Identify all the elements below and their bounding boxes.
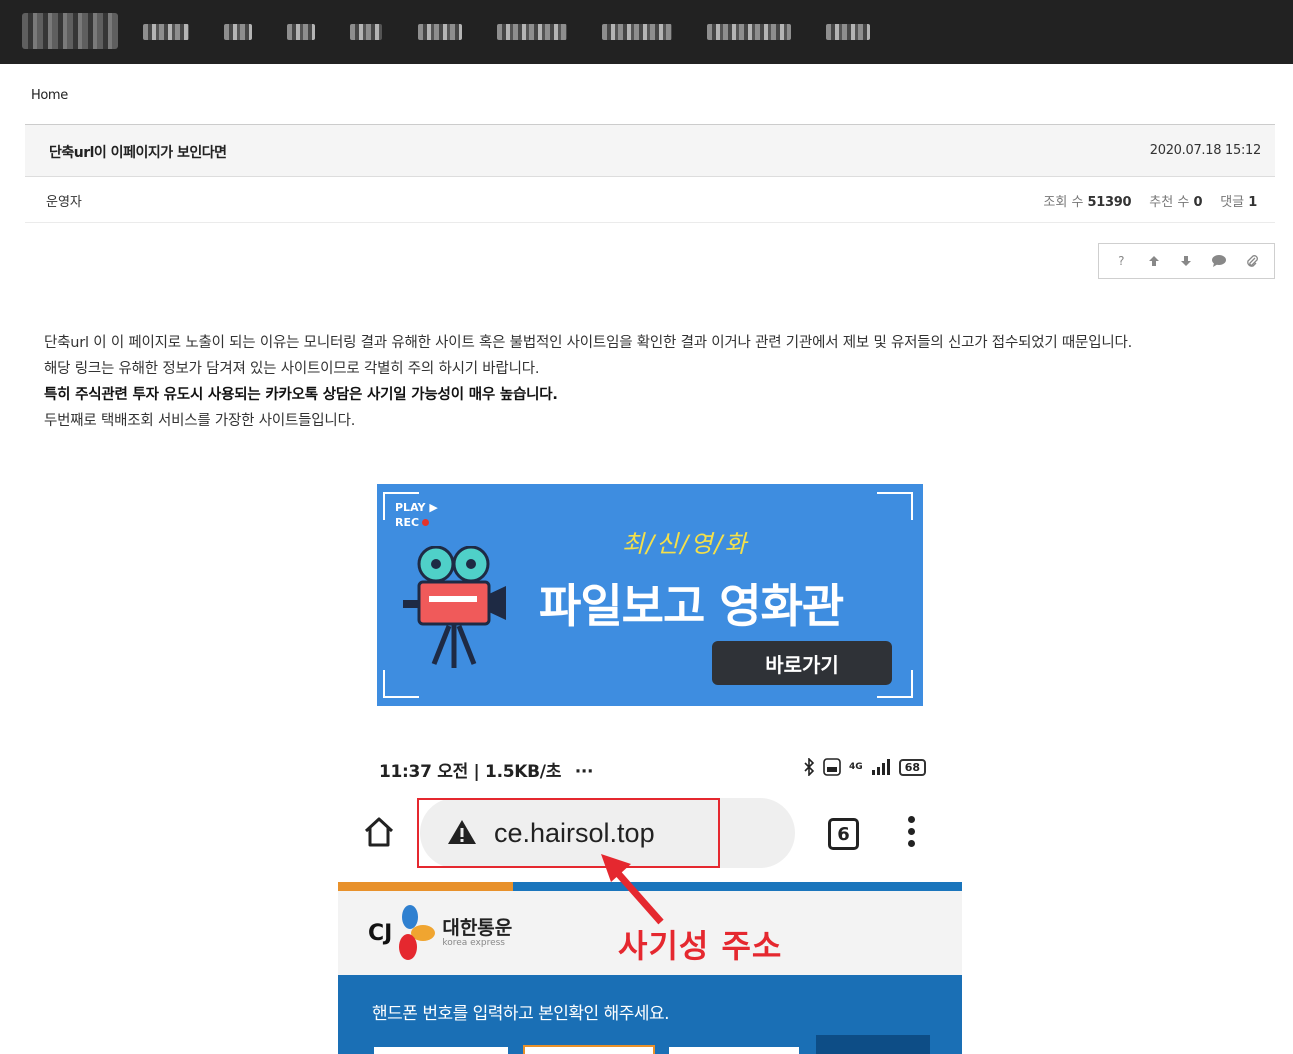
network-type: 4G	[849, 762, 863, 772]
red-arrow-icon	[601, 854, 664, 925]
comments-stat: 댓글 1	[1220, 191, 1257, 210]
likes-label: 추천 수	[1149, 195, 1190, 210]
arrow-down-icon	[1181, 256, 1192, 266]
cj-brand-name: 대한통운 korea express	[442, 918, 512, 948]
status-time: 11:37 오전 | 1.5KB/초 ···	[379, 757, 593, 782]
scroll-up-button[interactable]	[1142, 249, 1166, 273]
nav-menu-item-6[interactable]	[497, 24, 567, 40]
nav-menu-item-2[interactable]	[224, 24, 252, 40]
play-rec-indicator: PLAY ▶ REC	[395, 500, 438, 530]
comment-icon	[1212, 255, 1227, 267]
body-paragraph-3-bold: 특히 주식관련 투자 유도시 사용되는 카카오톡 상담은 사기일 가능성이 매우…	[44, 387, 558, 403]
body-paragraph-2: 해당 링크는 유해한 정보가 담겨져 있는 사이트이므로 각별히 주의 하시기 …	[44, 361, 540, 377]
nav-menu-item-7[interactable]	[602, 24, 672, 40]
url-highlight-box	[417, 798, 720, 868]
nav-menu-item-8[interactable]	[707, 24, 791, 40]
post-toolbar: ?	[1098, 243, 1275, 279]
post-header: 단축url이 이페이지가 보인다면 2020.07.18 15:12	[25, 124, 1275, 177]
breadcrumb-home[interactable]: Home	[31, 88, 68, 103]
battery-icon: 68	[898, 758, 926, 776]
post-meta: 운영자 조회 수 51390 추천 수 0 댓글 1	[25, 177, 1275, 223]
more-menu-icon[interactable]	[908, 816, 916, 852]
nav-menu-item-5[interactable]	[418, 24, 462, 40]
verify-button[interactable]	[816, 1035, 930, 1054]
site-body: 핸드폰 번호를 입력하고 본인확인 해주세요.	[338, 975, 962, 1054]
post-body: 단축url 이 이 페이지로 노출이 되는 이유는 모니터링 결과 유해한 사이…	[44, 330, 1254, 434]
movie-ad-banner[interactable]: PLAY ▶ REC 최/신/영/화 파일보고 영화관 바로가기	[377, 484, 923, 706]
arrow-up-icon	[1148, 256, 1159, 266]
status-icons: 4G 68	[803, 758, 926, 776]
banner-subtitle: 최/신/영/화	[622, 530, 749, 558]
home-icon[interactable]	[362, 816, 396, 848]
movie-camera-icon	[403, 546, 506, 668]
rec-dot-icon	[422, 519, 430, 526]
brand-korean: 대한통운	[442, 917, 513, 939]
volte-icon	[823, 758, 841, 776]
phone-number-input-3[interactable]	[667, 1045, 801, 1054]
scroll-down-button[interactable]	[1174, 249, 1198, 273]
comments-count: 1	[1248, 195, 1257, 210]
help-button[interactable]: ?	[1109, 249, 1133, 273]
nav-menu-item-9[interactable]	[826, 24, 870, 40]
paperclip-icon	[1246, 255, 1258, 267]
cj-logo-text: CJ	[368, 920, 393, 946]
nav-menu-item-4[interactable]	[350, 24, 382, 40]
status-more: ···	[574, 762, 594, 782]
rec-label: REC	[395, 516, 420, 529]
play-label: PLAY	[395, 501, 426, 514]
site-stripe-orange	[338, 882, 513, 891]
views-count: 51390	[1087, 195, 1132, 210]
attachment-button[interactable]	[1240, 249, 1264, 273]
frame-corner-top-right	[877, 492, 913, 520]
phone-instruction: 핸드폰 번호를 입력하고 본인확인 해주세요.	[372, 1004, 670, 1024]
post-title[interactable]: 단축url이 이페이지가 보인다면	[49, 142, 227, 162]
comment-button[interactable]	[1207, 249, 1231, 273]
bluetooth-icon	[804, 758, 815, 776]
views-label: 조회 수	[1043, 195, 1084, 210]
body-paragraph-1: 단축url 이 이 페이지로 노출이 되는 이유는 모니터링 결과 유해한 사이…	[44, 335, 1133, 351]
body-paragraph-4: 두번째로 택배조회 서비스를 가장한 사이트들입니다.	[44, 413, 356, 429]
phone-status-bar: 11:37 오전 | 1.5KB/초 ··· 4G 68	[338, 740, 962, 794]
phone-number-input-2[interactable]	[523, 1045, 655, 1054]
views-stat: 조회 수 51390	[1043, 191, 1131, 210]
cj-logo[interactable]: CJ 대한통운 korea express	[368, 903, 512, 963]
phone-screenshot: 11:37 오전 | 1.5KB/초 ··· 4G 68 ce.hairsol.…	[338, 740, 962, 1054]
tab-switcher-button[interactable]: 6	[828, 818, 859, 850]
go-now-button[interactable]: 바로가기	[712, 641, 892, 685]
signal-icon	[871, 759, 890, 775]
top-navigation-bar	[0, 0, 1293, 64]
site-logo[interactable]	[22, 13, 118, 49]
post-author[interactable]: 운영자	[46, 191, 82, 210]
play-triangle-icon: ▶	[429, 501, 438, 514]
status-time-text: 11:37 오전 | 1.5KB/초	[379, 762, 562, 782]
post-stats: 조회 수 51390 추천 수 0 댓글 1	[1043, 191, 1257, 210]
cj-petal-icon	[399, 905, 436, 960]
phone-number-input-1[interactable]	[372, 1045, 510, 1054]
likes-count: 0	[1193, 195, 1203, 210]
likes-stat: 추천 수 0	[1149, 191, 1202, 210]
post-date: 2020.07.18 15:12	[1149, 143, 1262, 158]
nav-menu-item-3[interactable]	[287, 24, 315, 40]
nav-menu-item-1[interactable]	[143, 24, 189, 40]
brand-english: korea express	[442, 938, 505, 948]
comments-label: 댓글	[1220, 195, 1245, 210]
banner-title: 파일보고 영화관	[539, 579, 844, 633]
frame-corner-bottom-left	[383, 670, 419, 698]
